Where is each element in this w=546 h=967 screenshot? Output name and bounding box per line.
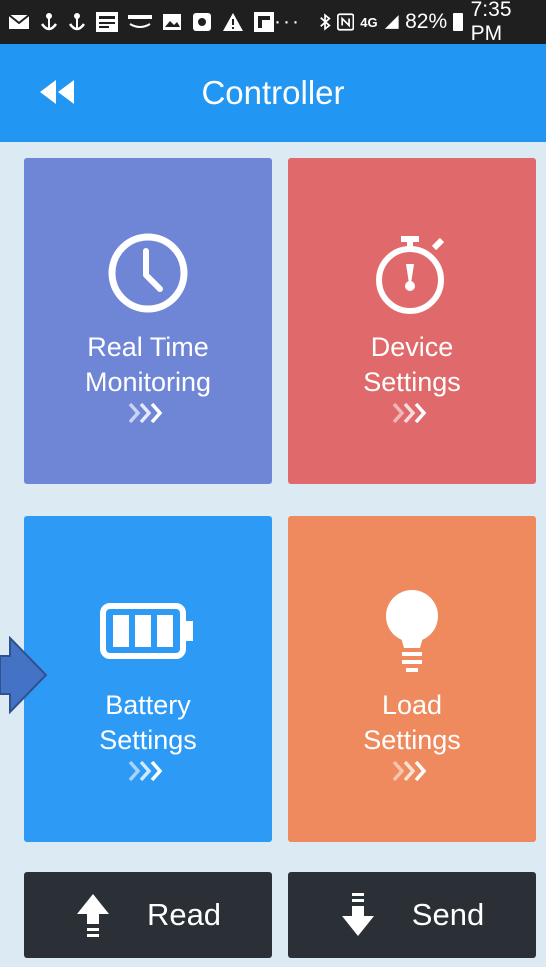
image-icon: [163, 14, 181, 30]
network-type: 4G: [360, 14, 378, 30]
device-settings-tile[interactable]: Device Settings: [288, 158, 536, 484]
real-time-monitoring-tile[interactable]: Real Time Monitoring: [24, 158, 272, 484]
read-button[interactable]: Read: [24, 872, 272, 958]
read-button-label: Read: [146, 897, 222, 932]
lightbulb-icon: [288, 586, 536, 676]
notification-icons: [8, 12, 274, 32]
status-bar: ··· 4G 82% 7:35 PM: [0, 0, 546, 46]
tile-label: Battery Settings: [99, 690, 197, 755]
pointer-arrow-icon: [0, 636, 48, 714]
load-settings-tile[interactable]: Load Settings: [288, 516, 536, 842]
news-app-icon: [96, 12, 118, 32]
signal-icon: [384, 15, 399, 29]
tile-label: Device Settings: [363, 332, 461, 397]
system-status: ··· 4G 82% 7:35 PM: [274, 0, 538, 46]
battery-percent: 82%: [405, 10, 448, 33]
battery-status-icon: [453, 13, 463, 31]
bluetooth-icon: [320, 13, 331, 31]
chevron-right-icon: [24, 402, 272, 424]
amazon-app-icon: [128, 15, 152, 28]
more-notifications-icon: ···: [274, 10, 301, 33]
clock-time: 7:35 PM: [470, 0, 512, 45]
battery-settings-tile[interactable]: Battery Settings: [24, 516, 272, 842]
app-bar: Controller: [0, 44, 546, 142]
tile-label: Real Time Monitoring: [84, 332, 212, 397]
chevron-right-icon: [288, 760, 536, 782]
arrow-up-icon: [76, 894, 109, 937]
send-button-label: Send: [411, 897, 485, 932]
flipboard-icon: [254, 12, 274, 32]
chevron-right-icon: [24, 760, 272, 782]
arrow-down-icon: [341, 893, 374, 936]
stopwatch-icon: [288, 228, 536, 318]
warning-icon: [223, 13, 243, 31]
nfc-icon: [337, 13, 355, 31]
anchor-icon: [40, 13, 58, 31]
clock-icon: [24, 228, 272, 318]
page-title: Controller: [201, 74, 345, 111]
tile-label: Load Settings: [363, 690, 461, 755]
battery-icon: [24, 586, 272, 676]
settings-app-icon: [193, 13, 211, 31]
anchor-icon-2: [68, 13, 86, 31]
send-button[interactable]: Send: [288, 872, 536, 958]
chevron-right-icon: [288, 402, 536, 424]
email-icon: [8, 14, 30, 29]
